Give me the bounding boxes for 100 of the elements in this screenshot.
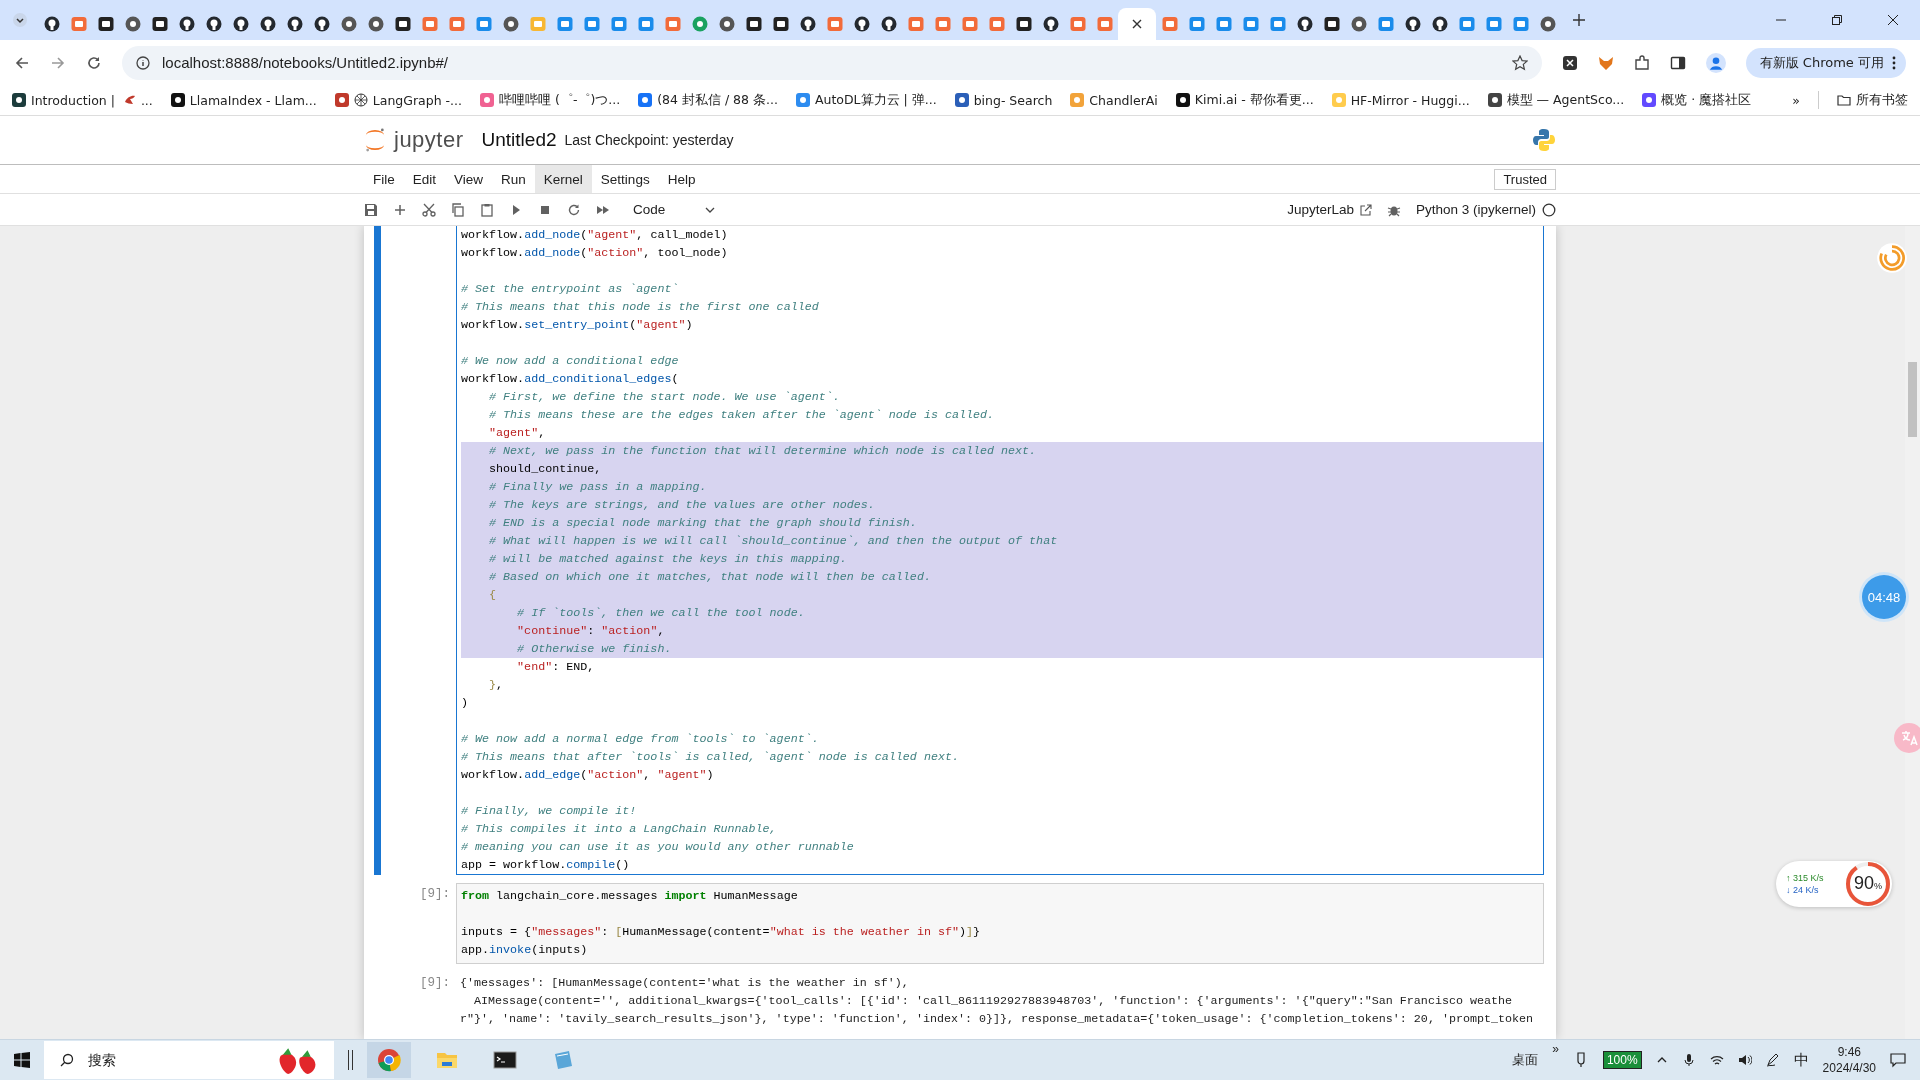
code-editor[interactable] <box>456 226 1544 875</box>
forward-icon[interactable] <box>50 54 66 71</box>
pen-icon[interactable] <box>1765 1053 1780 1067</box>
bookmark-item[interactable]: (84 封私信 / 88 条... <box>638 91 778 109</box>
reload-icon[interactable] <box>86 54 102 71</box>
favicon-icon <box>1512 16 1529 32</box>
bookmark-item[interactable]: LangGraph -... <box>334 92 463 108</box>
menu-item[interactable]: View <box>445 165 493 193</box>
octocat-icon <box>43 16 60 32</box>
code-line: "end": END, <box>516 660 595 674</box>
code-line: # This means that after `tools` is called, `agent` node is called next. <box>461 750 959 764</box>
menu-item[interactable]: Kernel <box>534 165 592 193</box>
close-icon[interactable] <box>1132 19 1142 29</box>
menu-item[interactable]: Settings <box>591 165 659 193</box>
code-line: { <box>488 588 497 602</box>
bookmark-item[interactable]: HF-Mirror - Huggi... <box>1331 92 1470 108</box>
side-panel-icon[interactable] <box>1669 54 1686 71</box>
favicon-icon <box>334 93 349 107</box>
favicon-icon <box>691 16 708 32</box>
close-icon[interactable] <box>1888 15 1898 25</box>
copy-icon[interactable] <box>451 202 465 217</box>
more-bookmarks[interactable]: » <box>1792 92 1800 108</box>
bookmark-item[interactable]: Kimi.ai - 帮你看更... <box>1175 91 1314 109</box>
desktop-toolbar[interactable]: 桌面 <box>1512 1051 1539 1069</box>
code-line: # END is a special node marking that the graph should finish. <box>488 516 917 530</box>
bookmark-item[interactable]: Introduction | ... <box>12 92 153 108</box>
bookmark-item[interactable]: 哔哩哔哩 (゜-゜)つ... <box>480 91 621 109</box>
puzzle-icon[interactable] <box>1633 54 1650 71</box>
favicon-icon <box>340 16 357 32</box>
bookmark-item[interactable]: ChandlerAi <box>1070 92 1158 108</box>
bookmark-item[interactable]: 模型 — AgentSco... <box>1487 91 1625 109</box>
idle-circle-icon <box>1542 202 1556 217</box>
fox-icon[interactable] <box>1597 54 1614 71</box>
bookmark-item[interactable]: LlamaIndex - Llam... <box>170 92 317 108</box>
back-icon[interactable] <box>14 54 30 71</box>
code-line: ) <box>461 696 468 710</box>
favicon-icon <box>745 16 762 32</box>
favicon-icon <box>1458 16 1475 32</box>
menu-item[interactable]: Edit <box>403 165 446 193</box>
cut-icon[interactable] <box>422 202 436 217</box>
new-tab-icon[interactable] <box>1573 14 1585 26</box>
wifi-icon[interactable] <box>1709 1053 1724 1067</box>
extension-icon[interactable] <box>1561 54 1578 71</box>
kernel-status[interactable]: Python 3 (ipykernel) <box>1415 202 1556 217</box>
octocat-icon <box>232 16 249 32</box>
code-line: # Next, we pass in the function that will determine which node is called next. <box>488 444 1037 458</box>
speaker-icon[interactable] <box>1737 1053 1752 1067</box>
microphone-icon[interactable] <box>1681 1053 1696 1067</box>
code-line: # Set the entrypoint as `agent` <box>461 282 679 296</box>
taskbar-search-field[interactable]: 搜索 <box>44 1041 334 1079</box>
clock[interactable]: 9:46 2024/4/30 <box>1822 1044 1876 1076</box>
tab-search-icon[interactable] <box>12 12 28 28</box>
octocat-icon <box>880 16 897 32</box>
cell-type-dropdown[interactable]: Code <box>633 202 716 217</box>
bookmark-item[interactable]: bing- Search <box>954 92 1053 108</box>
battery-indicator[interactable]: 100% <box>1602 1051 1642 1069</box>
profile-icon[interactable] <box>1705 52 1726 73</box>
save-icon[interactable] <box>364 202 378 217</box>
favicon-icon <box>448 16 465 32</box>
update-chrome-button[interactable]: 有新版 Chrome 可用 <box>1745 47 1906 78</box>
web-icon <box>353 93 368 107</box>
menu-item[interactable]: Run <box>492 165 535 193</box>
octocat-icon <box>178 16 195 32</box>
chrome-icon[interactable] <box>367 1042 411 1078</box>
bookmark-item[interactable]: AutoDL算力云 | 弹... <box>795 91 937 109</box>
code-line: # Finally we pass in a mapping. <box>488 480 707 494</box>
all-bookmarks[interactable]: 所有书签 <box>1837 91 1908 109</box>
clock-time: 9:46 <box>1837 1044 1861 1060</box>
menu-item[interactable]: File <box>364 165 404 193</box>
favicon-icon <box>1188 16 1205 32</box>
address-field[interactable]: localhost:8888/notebooks/Untitled2.ipynb#/ <box>122 45 1542 80</box>
notebook-title[interactable]: Untitled2 <box>481 129 557 151</box>
input-method-indicator[interactable]: 中 <box>1793 1050 1809 1070</box>
code-line: }, <box>488 678 504 692</box>
restart-icon[interactable] <box>567 202 581 217</box>
favicon-icon <box>961 16 978 32</box>
restore-icon[interactable] <box>1832 15 1842 25</box>
favicon-icon <box>638 93 653 107</box>
menu-item[interactable]: Help <box>658 165 705 193</box>
code-line: # meaning you can use it as you would any other runnable <box>461 840 854 854</box>
windows-start-icon[interactable] <box>14 1052 30 1068</box>
favicon-icon <box>529 16 546 32</box>
trusted-indicator[interactable]: Trusted <box>1494 168 1556 190</box>
favicon-icon <box>610 16 627 32</box>
notification-icon[interactable] <box>1890 1052 1906 1068</box>
favicon-icon <box>1642 93 1657 107</box>
add-icon[interactable] <box>393 202 407 217</box>
code-line: # Otherwise we finish. <box>516 642 672 656</box>
octocat-icon <box>259 16 276 32</box>
search-input[interactable]: 搜索 <box>86 1051 240 1069</box>
code-editor[interactable]: from langchain_core.messages import HumanMessage inputs = {"messages": [HumanMessage(content="what is the weather in sf")]} app.invoke(inputs) <box>456 883 1544 964</box>
paste-icon[interactable] <box>480 202 494 217</box>
jupyterlab-link[interactable]: JupyterLab <box>1287 202 1372 217</box>
favicon-icon <box>988 16 1005 32</box>
code-line: # This compiles it into a LangChain Runnable, <box>461 822 777 836</box>
bookmark-item[interactable]: 概览 · 魔搭社区 <box>1642 91 1752 109</box>
star-icon[interactable] <box>1511 54 1528 71</box>
toolbar-overflow[interactable]: » <box>1552 1042 1559 1056</box>
output-line: {'messages': [HumanMessage(content='what is the weather in sf'), <box>460 975 910 992</box>
code-line: workflow.add_node("action", tool_node) <box>461 246 728 260</box>
